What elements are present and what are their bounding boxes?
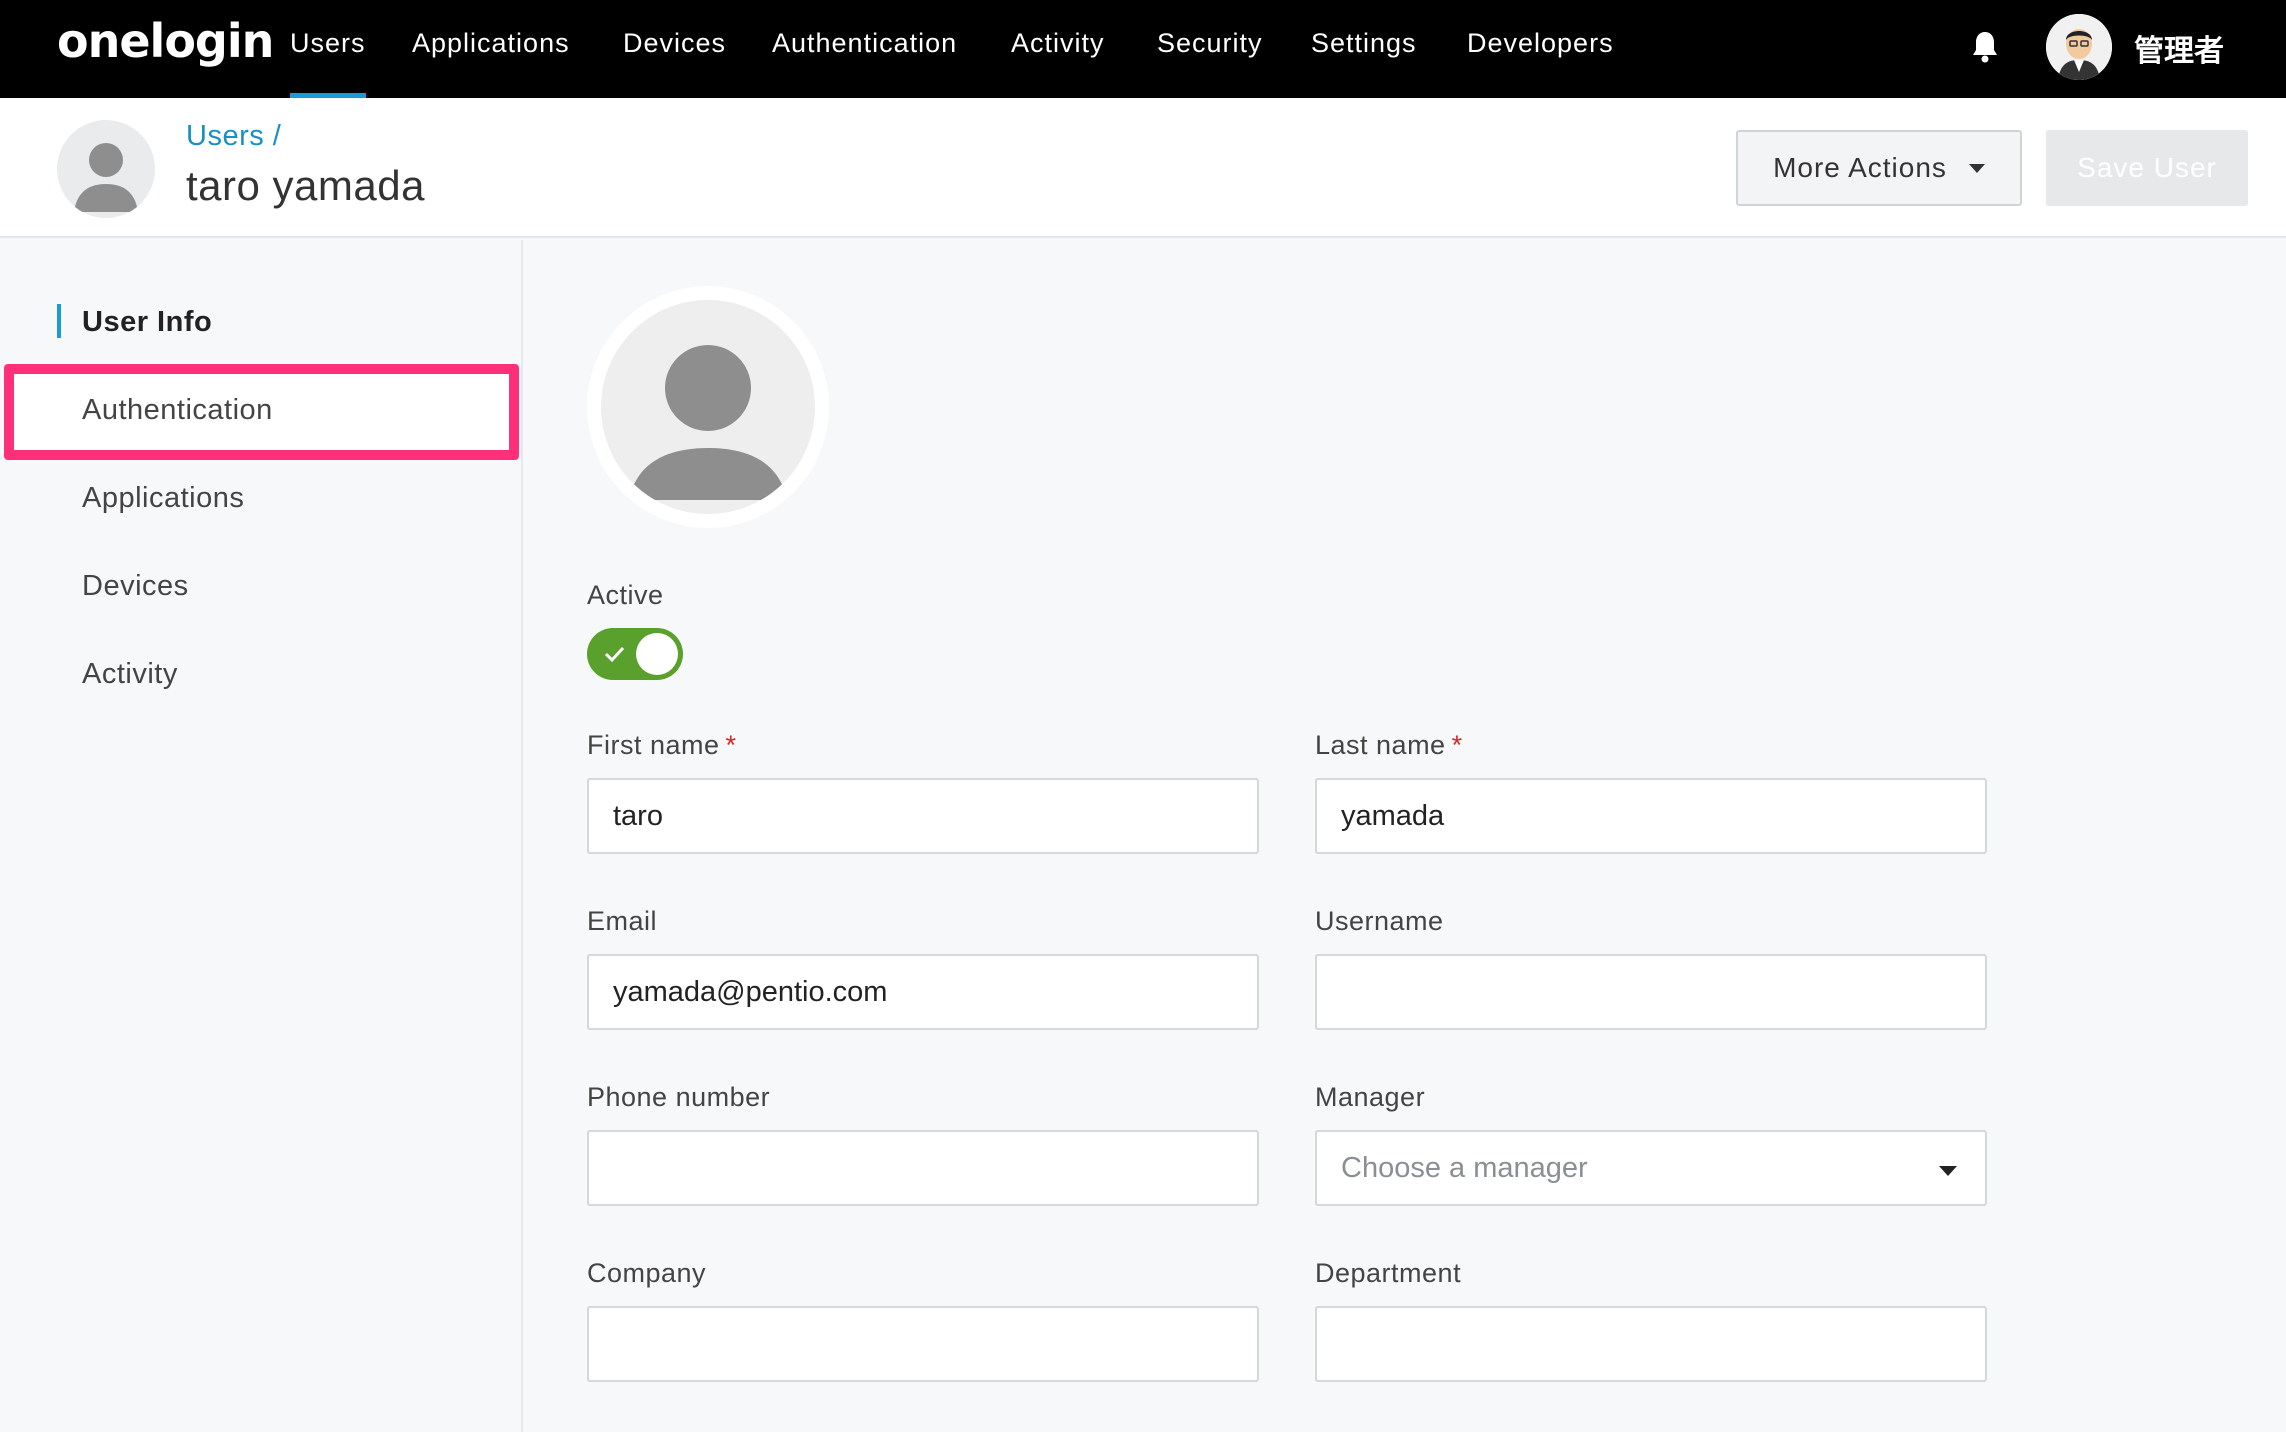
first-name-label: First name * bbox=[587, 730, 737, 760]
department-field[interactable] bbox=[1315, 1306, 1987, 1382]
department-label: Department bbox=[1315, 1258, 1462, 1288]
active-indicator bbox=[57, 304, 61, 338]
active-label: Active bbox=[587, 580, 664, 610]
admin-name[interactable]: 管理者 bbox=[2134, 26, 2224, 70]
admin-avatar[interactable] bbox=[2046, 14, 2112, 80]
company-field[interactable] bbox=[587, 1306, 1259, 1382]
username-field[interactable] bbox=[1315, 954, 1987, 1030]
nav-users[interactable]: Users bbox=[290, 28, 366, 98]
required-mark: * bbox=[1451, 730, 1463, 760]
caret-down-icon bbox=[1968, 163, 1985, 173]
profile-picture[interactable] bbox=[587, 286, 829, 528]
nav-applications[interactable]: Applications bbox=[412, 28, 570, 98]
nav-developers[interactable]: Developers bbox=[1467, 28, 1614, 98]
nav-security[interactable]: Security bbox=[1157, 28, 1263, 98]
email-label: Email bbox=[587, 906, 658, 936]
more-actions-label: More Actions bbox=[1773, 152, 1947, 183]
company-label: Company bbox=[587, 1258, 707, 1288]
user-info-form: Active First name * taro Last name * yamad… bbox=[525, 240, 2286, 1432]
last-name-label: Last name * bbox=[1315, 730, 1463, 760]
breadcrumb-users[interactable]: Users / bbox=[186, 120, 281, 153]
manager-placeholder: Choose a manager bbox=[1341, 1151, 1588, 1184]
nav-authentication[interactable]: Authentication bbox=[772, 28, 957, 98]
page-header: Users / taro yamada More Actions Save Us… bbox=[0, 98, 2286, 238]
user-silhouette-icon bbox=[629, 345, 787, 500]
sidebar-item-activity[interactable]: Activity bbox=[82, 658, 178, 691]
nav-devices[interactable]: Devices bbox=[623, 28, 726, 98]
check-icon bbox=[604, 646, 625, 663]
nav-activity[interactable]: Activity bbox=[1011, 28, 1105, 98]
last-name-field[interactable]: yamada bbox=[1315, 778, 1987, 854]
manager-select[interactable]: Choose a manager bbox=[1315, 1130, 1987, 1206]
manager-label: Manager bbox=[1315, 1082, 1426, 1112]
username-label: Username bbox=[1315, 906, 1444, 936]
caret-down-icon bbox=[1939, 1166, 1957, 1176]
sidebar-item-devices[interactable]: Devices bbox=[82, 570, 189, 603]
nav-settings[interactable]: Settings bbox=[1311, 28, 1417, 98]
onelogin-logo[interactable]: onelogin bbox=[57, 14, 274, 68]
email-field[interactable]: yamada@pentio.com bbox=[587, 954, 1259, 1030]
phone-number-field[interactable] bbox=[587, 1130, 1259, 1206]
sidebar-item-authentication[interactable]: Authentication bbox=[82, 394, 273, 427]
required-mark: * bbox=[725, 730, 737, 760]
sidebar-item-user-info[interactable]: User Info bbox=[82, 306, 212, 339]
user-avatar bbox=[57, 120, 155, 218]
sidebar-item-applications[interactable]: Applications bbox=[82, 482, 244, 515]
phone-number-label: Phone number bbox=[587, 1082, 771, 1112]
page-title: taro yamada bbox=[186, 162, 425, 209]
bell-icon[interactable] bbox=[1970, 30, 2000, 64]
user-sidebar: User Info Authentication Applications De… bbox=[0, 240, 523, 1432]
save-user-button[interactable]: Save User bbox=[2046, 130, 2248, 206]
first-name-field[interactable]: taro bbox=[587, 778, 1259, 854]
toggle-knob bbox=[636, 633, 678, 675]
active-toggle[interactable] bbox=[587, 628, 683, 680]
top-navigation-bar: onelogin Users Applications Devices Auth… bbox=[0, 0, 2286, 98]
more-actions-button[interactable]: More Actions bbox=[1736, 130, 2022, 206]
